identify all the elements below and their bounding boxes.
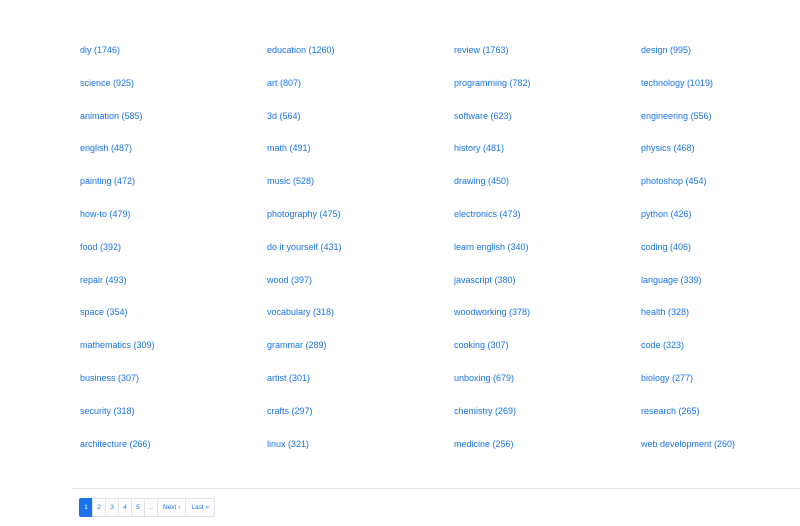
next-page-button[interactable]: Next › (157, 498, 187, 517)
tag-link[interactable]: science (925) (80, 73, 267, 106)
tag-link[interactable]: chemistry (269) (454, 401, 641, 434)
tag-link[interactable]: technology (1019) (641, 73, 800, 106)
tag-link[interactable]: unboxing (679) (454, 368, 641, 401)
tag-link[interactable]: cooking (307) (454, 335, 641, 368)
tag-link[interactable]: architecture (266) (80, 434, 267, 467)
tag-link[interactable]: animation (585) (80, 106, 267, 139)
tag-link[interactable]: research (265) (641, 401, 800, 434)
tag-link[interactable]: security (318) (80, 401, 267, 434)
tag-link[interactable]: diy (1746) (80, 40, 267, 73)
tag-link[interactable]: crafts (297) (267, 401, 454, 434)
tag-link[interactable]: coding (406) (641, 237, 800, 270)
tag-link[interactable]: software (623) (454, 106, 641, 139)
page-3-button[interactable]: 3 (105, 498, 119, 517)
tag-link[interactable]: history (481) (454, 138, 641, 171)
tag-link[interactable]: space (354) (80, 302, 267, 335)
tag-link[interactable]: business (307) (80, 368, 267, 401)
tag-link[interactable]: grammar (289) (267, 335, 454, 368)
tag-link[interactable]: education (1260) (267, 40, 454, 73)
tag-link[interactable]: design (995) (641, 40, 800, 73)
tag-link[interactable]: python (426) (641, 204, 800, 237)
page-ellipsis: ... (144, 498, 158, 517)
tag-link[interactable]: learn english (340) (454, 237, 641, 270)
tag-link[interactable]: english (487) (80, 138, 267, 171)
tag-link[interactable]: artist (301) (267, 368, 454, 401)
tag-link[interactable]: music (528) (267, 171, 454, 204)
tag-link[interactable]: code (323) (641, 335, 800, 368)
tag-link[interactable]: health (328) (641, 302, 800, 335)
tag-link[interactable]: medicine (256) (454, 434, 641, 467)
tag-link[interactable]: biology (277) (641, 368, 800, 401)
last-page-button[interactable]: Last » (185, 498, 216, 517)
tag-link[interactable]: wood (397) (267, 270, 454, 303)
tag-link[interactable]: math (491) (267, 138, 454, 171)
tag-link[interactable]: engineering (556) (641, 106, 800, 139)
tag-link[interactable]: language (339) (641, 270, 800, 303)
tag-link[interactable]: review (1763) (454, 40, 641, 73)
tag-link[interactable]: photoshop (454) (641, 171, 800, 204)
pagination: 1 2 3 4 5 ... Next › Last » (79, 498, 216, 517)
tag-link[interactable]: woodworking (378) (454, 302, 641, 335)
tag-link[interactable]: 3d (564) (267, 106, 454, 139)
page-5-button[interactable]: 5 (131, 498, 145, 517)
tag-link[interactable]: vocabulary (318) (267, 302, 454, 335)
divider (72, 488, 800, 489)
tag-page: diy (1746) education (1260) review (1763) d… (0, 0, 800, 526)
page-4-button[interactable]: 4 (118, 498, 132, 517)
page-2-button[interactable]: 2 (92, 498, 106, 517)
tag-link[interactable]: painting (472) (80, 171, 267, 204)
tag-link[interactable]: drawing (450) (454, 171, 641, 204)
tag-link[interactable]: how-to (479) (80, 204, 267, 237)
tag-link[interactable]: photography (475) (267, 204, 454, 237)
tag-link[interactable]: physics (468) (641, 138, 800, 171)
page-1-button[interactable]: 1 (79, 498, 93, 517)
tag-link[interactable]: web development (260) (641, 434, 800, 467)
tag-link[interactable]: repair (493) (80, 270, 267, 303)
tag-link[interactable]: art (807) (267, 73, 454, 106)
tag-link[interactable]: electronics (473) (454, 204, 641, 237)
tag-link[interactable]: programming (782) (454, 73, 641, 106)
tag-link[interactable]: mathematics (309) (80, 335, 267, 368)
tag-link[interactable]: do it yourself (431) (267, 237, 454, 270)
tag-link[interactable]: javascript (380) (454, 270, 641, 303)
tag-link[interactable]: linux (321) (267, 434, 454, 467)
tag-grid: diy (1746) education (1260) review (1763) d… (80, 40, 800, 466)
tag-link[interactable]: food (392) (80, 237, 267, 270)
